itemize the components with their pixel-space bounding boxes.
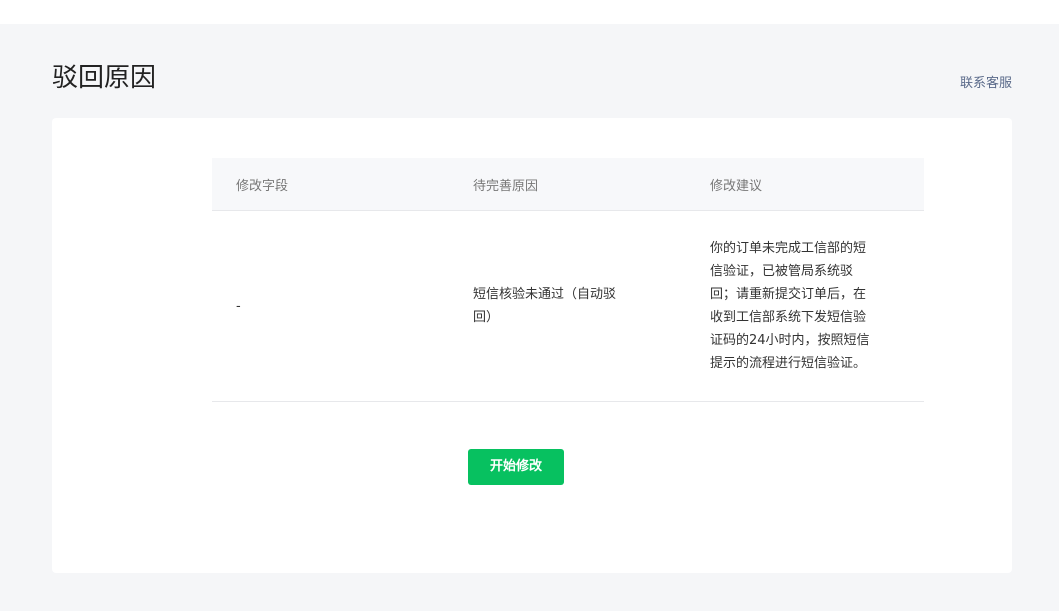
rejection-card: 修改字段 待完善原因 修改建议 - 短信核验未通过（自动驳回） 你的订单未完成工… xyxy=(52,118,1012,573)
start-edit-button[interactable]: 开始修改 xyxy=(468,449,564,485)
table-row: - 短信核验未通过（自动驳回） 你的订单未完成工信部的短信验证，已被管局系统驳回… xyxy=(212,210,924,402)
cell-field: - xyxy=(212,210,449,402)
cell-reason: 短信核验未通过（自动驳回） xyxy=(449,210,686,402)
table-header-row: 修改字段 待完善原因 修改建议 xyxy=(212,158,924,211)
advice-text: 你的订单未完成工信部的短信验证，已被管局系统驳回；请重新提交订单后，在收到工信部… xyxy=(710,241,870,371)
top-bar xyxy=(0,0,1059,24)
contact-support-link[interactable]: 联系客服 xyxy=(960,74,1012,94)
reason-text: 短信核验未通过（自动驳回） xyxy=(473,287,617,325)
header-advice: 修改建议 xyxy=(686,158,924,211)
page-title: 驳回原因 xyxy=(52,63,157,93)
cell-advice: 你的订单未完成工信部的短信验证，已被管局系统驳回；请重新提交订单后，在收到工信部… xyxy=(686,210,924,402)
header-field: 修改字段 xyxy=(212,158,449,211)
rejection-table: 修改字段 待完善原因 修改建议 - 短信核验未通过（自动驳回） 你的订单未完成工… xyxy=(212,158,924,402)
header-reason: 待完善原因 xyxy=(449,158,686,211)
